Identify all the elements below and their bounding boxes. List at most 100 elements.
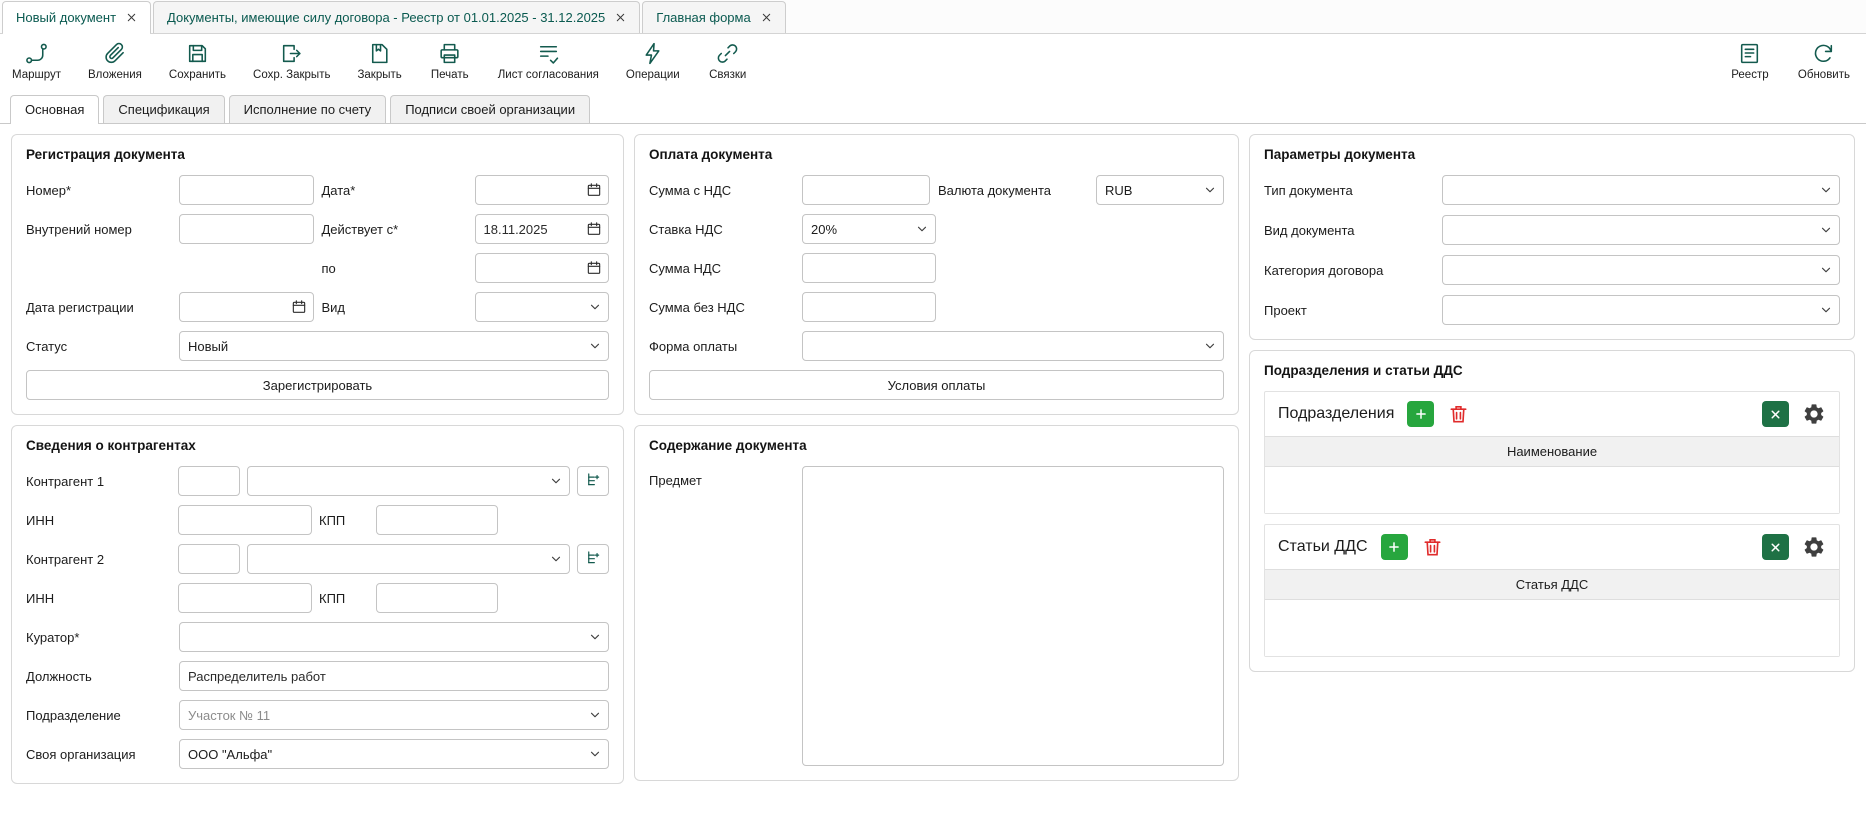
toolbar-label: Сохранить	[169, 69, 226, 81]
calendar-icon[interactable]	[586, 260, 602, 276]
number-label: Номер*	[26, 183, 171, 198]
toolbar-label: Связки	[709, 69, 746, 81]
excel-export-button[interactable]	[1762, 401, 1789, 427]
links-button[interactable]: Связки	[707, 41, 749, 81]
close-tab-icon[interactable]	[761, 12, 772, 23]
toolbar: Маршрут Вложения Сохранить Сохр. Закрыть…	[0, 34, 1866, 95]
lightning-icon	[640, 41, 665, 66]
save-and-close-button[interactable]: Сохр. Закрыть	[253, 41, 330, 81]
section-title: Статьи ДДС	[1278, 538, 1368, 556]
doc-kind-select[interactable]	[1442, 215, 1840, 245]
dds-articles-table-body[interactable]	[1265, 600, 1839, 656]
position-label: Должность	[26, 669, 171, 684]
position-input[interactable]	[179, 661, 609, 691]
window-tab-bar: Новый документ Документы, имеющие силу д…	[0, 0, 1866, 34]
operations-button[interactable]: Операции	[626, 41, 680, 81]
counterparty2-tree-button[interactable]	[577, 544, 609, 574]
amount-without-vat-input[interactable]	[802, 292, 936, 322]
counterparty1-label: Контрагент 1	[26, 474, 171, 489]
toolbar-label: Печать	[431, 69, 469, 81]
window-tab-label: Документы, имеющие силу договора - Реест…	[167, 10, 605, 25]
refresh-icon	[1811, 41, 1836, 66]
valid-from-field	[475, 214, 610, 244]
registration-panel: Регистрация документа Номер* Дата* Внутр…	[11, 134, 624, 415]
vat-rate-select[interactable]: 20%	[802, 214, 936, 244]
calendar-icon[interactable]	[586, 221, 602, 237]
status-label: Статус	[26, 339, 171, 354]
registration-date-field	[179, 292, 314, 322]
dds-panel: Подразделения и статьи ДДС Подразделения…	[1249, 350, 1855, 672]
currency-select[interactable]: RUB	[1096, 175, 1224, 205]
inn1-input[interactable]	[178, 505, 312, 535]
counterparty1-tree-button[interactable]	[577, 466, 609, 496]
inn2-label: ИНН	[26, 591, 171, 606]
panel-title: Сведения о контрагентах	[26, 438, 609, 453]
calendar-icon[interactable]	[586, 182, 602, 198]
save-button[interactable]: Сохранить	[169, 41, 226, 81]
tab-own-org-signatures[interactable]: Подписи своей организации	[390, 95, 590, 123]
form-tab-bar: Основная Спецификация Исполнение по счет…	[0, 95, 1866, 124]
chevron-down-icon	[549, 552, 563, 566]
tab-invoice-execution[interactable]: Исполнение по счету	[229, 95, 387, 123]
window-tab-label: Новый документ	[16, 10, 116, 25]
print-button[interactable]: Печать	[429, 41, 471, 81]
department-select[interactable]: Участок № 11	[179, 700, 609, 730]
tab-main[interactable]: Основная	[10, 95, 99, 123]
kpp2-input[interactable]	[376, 583, 498, 613]
own-organization-select[interactable]: ООО "Альфа"	[179, 739, 609, 769]
window-tab-new-document[interactable]: Новый документ	[2, 1, 151, 33]
doc-type-select[interactable]	[1442, 175, 1840, 205]
close-button[interactable]: Закрыть	[357, 41, 401, 81]
registry-button[interactable]: Реестр	[1729, 41, 1771, 81]
counterparty1-code-input[interactable]	[178, 466, 240, 496]
close-document-icon	[367, 41, 392, 66]
calendar-icon[interactable]	[291, 299, 307, 315]
approval-sheet-button[interactable]: Лист согласования	[498, 41, 599, 81]
status-select[interactable]: Новый	[179, 331, 609, 361]
inn2-input[interactable]	[178, 583, 312, 613]
tree-list-icon	[584, 470, 603, 492]
department-label: Подразделение	[26, 708, 171, 723]
subdivisions-table-body[interactable]	[1265, 467, 1839, 513]
counterparty2-code-input[interactable]	[178, 544, 240, 574]
route-button[interactable]: Маршрут	[12, 41, 61, 81]
internal-number-input[interactable]	[179, 214, 314, 244]
kind-select[interactable]	[475, 292, 610, 322]
subject-label: Предмет	[649, 466, 794, 488]
settings-gear-icon[interactable]	[1802, 402, 1826, 426]
payment-form-select[interactable]	[802, 331, 1224, 361]
close-tab-icon[interactable]	[126, 12, 137, 23]
curator-select[interactable]	[179, 622, 609, 652]
attachments-button[interactable]: Вложения	[88, 41, 142, 81]
number-input[interactable]	[179, 175, 314, 205]
chevron-down-icon	[549, 474, 563, 488]
document-content-panel: Содержание документа Предмет	[634, 425, 1239, 781]
project-select[interactable]	[1442, 295, 1840, 325]
close-tab-icon[interactable]	[615, 12, 626, 23]
settings-gear-icon[interactable]	[1802, 535, 1826, 559]
counterparty1-select[interactable]	[247, 466, 570, 496]
select-value: ООО "Альфа"	[188, 747, 272, 762]
kpp1-input[interactable]	[376, 505, 498, 535]
subject-textarea[interactable]	[802, 466, 1224, 766]
counterparty2-select[interactable]	[247, 544, 570, 574]
toolbar-label: Операции	[626, 69, 680, 81]
register-button[interactable]: Зарегистрировать	[26, 370, 609, 400]
payment-terms-button[interactable]: Условия оплаты	[649, 370, 1224, 400]
approval-sheet-icon	[536, 41, 561, 66]
vat-amount-input[interactable]	[802, 253, 936, 283]
contract-category-select[interactable]	[1442, 255, 1840, 285]
delete-row-button[interactable]	[1447, 403, 1470, 426]
add-row-button[interactable]	[1407, 401, 1434, 427]
add-row-button[interactable]	[1381, 534, 1408, 560]
save-icon	[185, 41, 210, 66]
window-tab-registry[interactable]: Документы, имеющие силу договора - Реест…	[153, 1, 640, 33]
delete-row-button[interactable]	[1421, 536, 1444, 559]
amount-with-vat-input[interactable]	[802, 175, 930, 205]
tab-specification[interactable]: Спецификация	[103, 95, 224, 123]
window-tab-main-form[interactable]: Главная форма	[642, 1, 785, 33]
chevron-down-icon	[588, 747, 602, 761]
refresh-button[interactable]: Обновить	[1798, 41, 1850, 81]
excel-export-button[interactable]	[1762, 534, 1789, 560]
chevron-down-icon	[1203, 183, 1217, 197]
